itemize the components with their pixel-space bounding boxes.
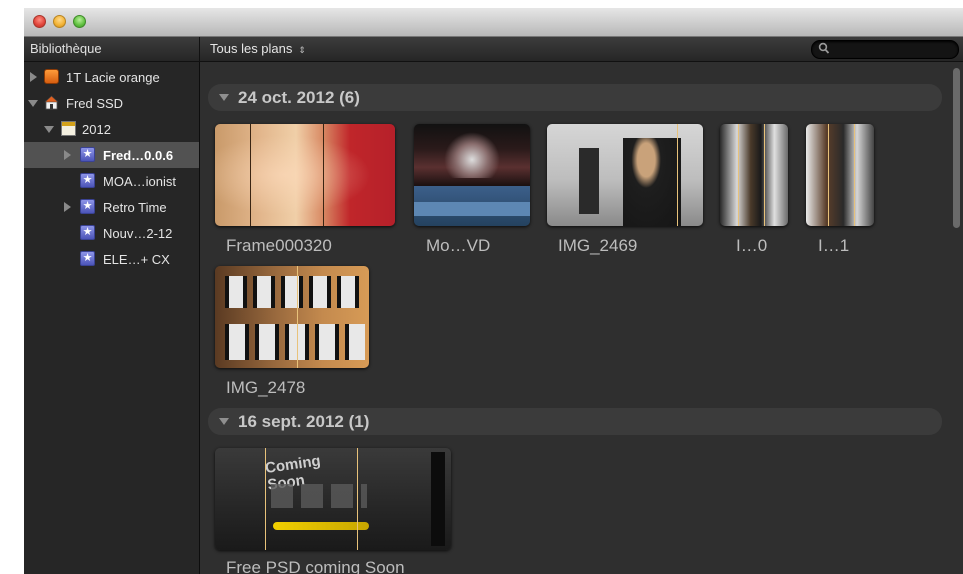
zoom-window-button[interactable] bbox=[73, 15, 86, 28]
sidebar-item-fred-ssd[interactable]: Fred SSD bbox=[24, 90, 199, 116]
date-group-header[interactable]: 24 oct. 2012 (6) bbox=[208, 84, 942, 111]
updown-arrows-icon: ⇕ bbox=[298, 45, 306, 55]
vertical-scrollbar[interactable] bbox=[950, 62, 963, 574]
clip-browser: 24 oct. 2012 (6) Frame000320 Mo…VD IMG_2… bbox=[200, 62, 963, 574]
clip-thumbnail[interactable] bbox=[215, 266, 369, 368]
date-group-header[interactable]: 16 sept. 2012 (1) bbox=[208, 408, 942, 435]
event-star-icon: ★ bbox=[80, 147, 95, 162]
sidebar-item-moa-event[interactable]: ★ MOA…ionist bbox=[24, 168, 199, 194]
clip-name: Frame000320 bbox=[226, 236, 332, 255]
header-bar: Bibliothèque Tous les plans ⇕ bbox=[24, 37, 963, 62]
event-star-icon: ★ bbox=[80, 199, 95, 214]
clip-filter-popup[interactable]: Tous les plans ⇕ bbox=[210, 41, 306, 56]
disclosure-triangle-icon[interactable] bbox=[64, 202, 71, 212]
search-field[interactable] bbox=[811, 40, 959, 59]
clip-thumbnail[interactable] bbox=[547, 124, 703, 226]
clip-thumbnail[interactable] bbox=[806, 124, 874, 226]
sidebar-item-label: Retro Time bbox=[103, 200, 167, 215]
ssd-drive-icon bbox=[44, 95, 59, 110]
clip-thumbnail[interactable]: Coming Soon bbox=[215, 448, 451, 550]
clip-name: I…0 bbox=[736, 236, 768, 255]
sidebar-item-ele-event[interactable]: ★ ELE…+ CX bbox=[24, 246, 199, 272]
disclosure-triangle-icon[interactable] bbox=[44, 126, 54, 133]
clip-name: Mo…VD bbox=[426, 236, 491, 255]
date-group-title: 24 oct. 2012 (6) bbox=[238, 88, 360, 107]
clip-thumbnail[interactable] bbox=[215, 124, 395, 226]
disclosure-triangle-icon[interactable] bbox=[219, 418, 229, 425]
disclosure-triangle-icon[interactable] bbox=[30, 72, 37, 82]
clip-name: Free PSD coming Soon bbox=[226, 558, 405, 574]
magnifier-icon bbox=[818, 42, 830, 54]
library-sidebar: 1T Lacie orange Fred SSD 2012 ★ Fred…0.0… bbox=[24, 62, 200, 574]
sidebar-item-label: MOA…ionist bbox=[103, 174, 176, 189]
library-heading: Bibliothèque bbox=[30, 41, 102, 56]
event-star-icon: ★ bbox=[80, 251, 95, 266]
sidebar-item-nouv-event[interactable]: ★ Nouv…2-12 bbox=[24, 220, 199, 246]
clip-thumbnail[interactable] bbox=[720, 124, 788, 226]
orange-drive-icon bbox=[44, 69, 59, 84]
clip-name: IMG_2469 bbox=[558, 236, 638, 255]
event-star-icon: ★ bbox=[80, 173, 95, 188]
close-window-button[interactable] bbox=[33, 15, 46, 28]
clip-name: IMG_2478 bbox=[226, 378, 306, 397]
sidebar-item-label: 2012 bbox=[82, 122, 111, 137]
sidebar-item-fred-event[interactable]: ★ Fred…0.0.6 bbox=[24, 142, 199, 168]
disclosure-triangle-icon[interactable] bbox=[28, 100, 38, 107]
sidebar-item-retro-time[interactable]: ★ Retro Time bbox=[24, 194, 199, 220]
sidebar-item-2012[interactable]: 2012 bbox=[24, 116, 199, 142]
sidebar-item-label: Fred SSD bbox=[66, 96, 124, 111]
sidebar-item-label: 1T Lacie orange bbox=[66, 70, 160, 85]
clip-thumbnail[interactable] bbox=[414, 124, 530, 226]
header-divider bbox=[199, 37, 200, 61]
sidebar-item-label: Nouv…2-12 bbox=[103, 226, 173, 241]
clip-filter-label: Tous les plans bbox=[210, 41, 293, 56]
date-group-title: 16 sept. 2012 (1) bbox=[238, 412, 370, 431]
scrollbar-thumb[interactable] bbox=[953, 68, 960, 228]
minimize-window-button[interactable] bbox=[53, 15, 66, 28]
sidebar-item-label: Fred…0.0.6 bbox=[103, 148, 174, 163]
event-star-icon: ★ bbox=[80, 225, 95, 240]
disclosure-triangle-icon[interactable] bbox=[64, 150, 71, 160]
disclosure-triangle-icon[interactable] bbox=[219, 94, 229, 101]
clip-name: I…1 bbox=[818, 236, 850, 255]
event-browser-window: Bibliothèque Tous les plans ⇕ 1T Lacie or… bbox=[24, 8, 963, 574]
calendar-icon bbox=[61, 121, 76, 136]
sidebar-item-1t-lacie-orange[interactable]: 1T Lacie orange bbox=[24, 64, 199, 90]
sidebar-item-label: ELE…+ CX bbox=[103, 252, 170, 267]
title-bar bbox=[24, 8, 963, 37]
